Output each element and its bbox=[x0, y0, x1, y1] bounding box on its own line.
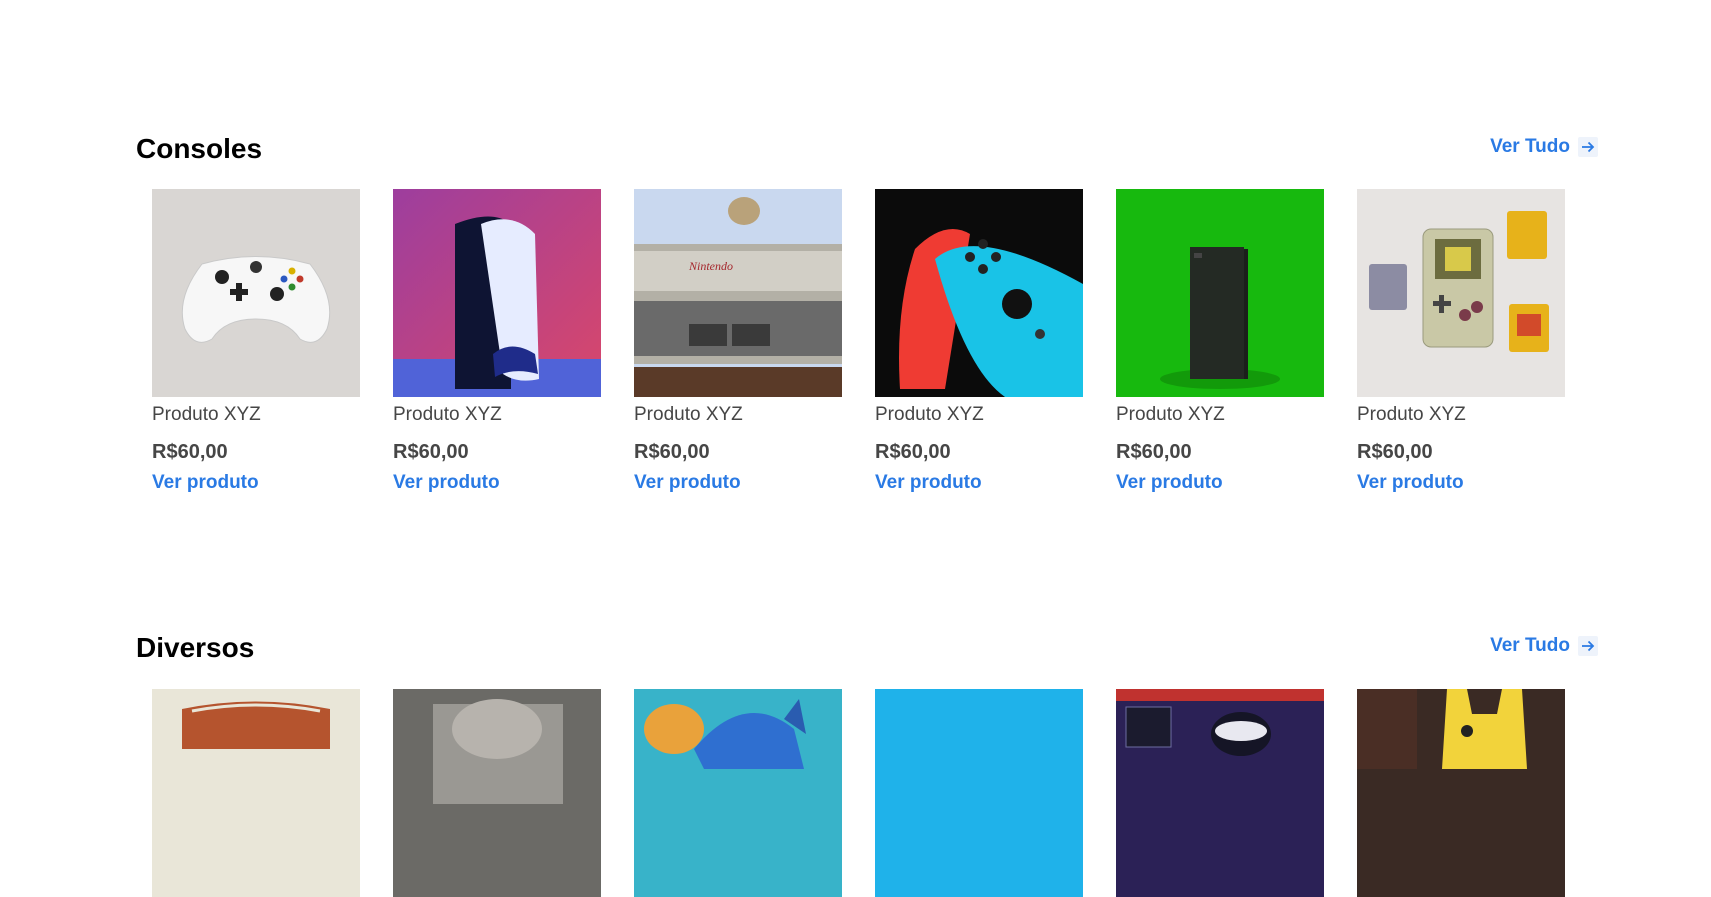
product-name: Produto XYZ bbox=[393, 404, 502, 425]
product-image[interactable] bbox=[393, 189, 601, 397]
product-price: R$60,00 bbox=[875, 441, 951, 463]
product-card: Produto XYZ R$60,00 Ver produto bbox=[393, 189, 601, 494]
product-name: Produto XYZ bbox=[634, 404, 743, 425]
product-name: Produto XYZ bbox=[1357, 404, 1466, 425]
product-image[interactable] bbox=[1357, 689, 1565, 897]
view-all-label: Ver Tudo bbox=[1490, 136, 1570, 157]
product-card: Nintendo Produto XYZ R$60,00 Ver produto bbox=[634, 189, 842, 494]
product-card bbox=[1357, 689, 1565, 897]
product-name: Produto XYZ bbox=[152, 404, 261, 425]
product-image[interactable] bbox=[875, 189, 1083, 397]
view-product-link[interactable]: Ver produto bbox=[1116, 472, 1324, 494]
product-price: R$60,00 bbox=[634, 441, 710, 463]
product-name: Produto XYZ bbox=[1116, 404, 1225, 425]
section-title: Diversos bbox=[136, 632, 255, 663]
view-product-link[interactable]: Ver produto bbox=[1357, 472, 1565, 494]
product-price: R$60,00 bbox=[1357, 441, 1433, 463]
product-card bbox=[875, 689, 1083, 897]
product-image[interactable] bbox=[1116, 689, 1324, 897]
svg-text:Nintendo: Nintendo bbox=[688, 259, 733, 273]
product-card: Produto XYZ R$60,00 Ver produto bbox=[875, 189, 1083, 494]
section-title: Consoles bbox=[136, 133, 263, 164]
view-product-link[interactable]: Ver produto bbox=[393, 472, 601, 494]
product-price: R$60,00 bbox=[393, 441, 469, 463]
product-image[interactable] bbox=[152, 689, 360, 897]
product-image[interactable] bbox=[152, 189, 360, 397]
arrow-right-icon bbox=[1578, 636, 1598, 656]
view-all-link[interactable]: Ver Tudo bbox=[1490, 136, 1598, 158]
product-card bbox=[634, 689, 842, 897]
product-card bbox=[1116, 689, 1324, 897]
view-product-link[interactable]: Ver produto bbox=[634, 472, 842, 494]
product-image[interactable] bbox=[634, 689, 842, 897]
product-card: Produto XYZ R$60,00 Ver produto bbox=[1116, 189, 1324, 494]
product-image[interactable] bbox=[1116, 189, 1324, 397]
product-image[interactable] bbox=[393, 689, 601, 897]
view-product-link[interactable]: Ver produto bbox=[875, 472, 1083, 494]
product-card bbox=[393, 689, 601, 897]
product-price: R$60,00 bbox=[152, 441, 228, 463]
arrow-right-icon bbox=[1578, 137, 1598, 157]
view-all-label: Ver Tudo bbox=[1490, 635, 1570, 656]
product-card bbox=[152, 689, 360, 897]
product-image[interactable]: Nintendo bbox=[634, 189, 842, 397]
product-price: R$60,00 bbox=[1116, 441, 1192, 463]
product-name: Produto XYZ bbox=[875, 404, 984, 425]
product-image[interactable] bbox=[1357, 189, 1565, 397]
product-image[interactable] bbox=[875, 689, 1083, 897]
view-product-link[interactable]: Ver produto bbox=[152, 472, 360, 494]
product-card: Produto XYZ R$60,00 Ver produto bbox=[152, 189, 360, 494]
view-all-link[interactable]: Ver Tudo bbox=[1490, 635, 1598, 657]
product-card: Produto XYZ R$60,00 Ver produto bbox=[1357, 189, 1565, 494]
